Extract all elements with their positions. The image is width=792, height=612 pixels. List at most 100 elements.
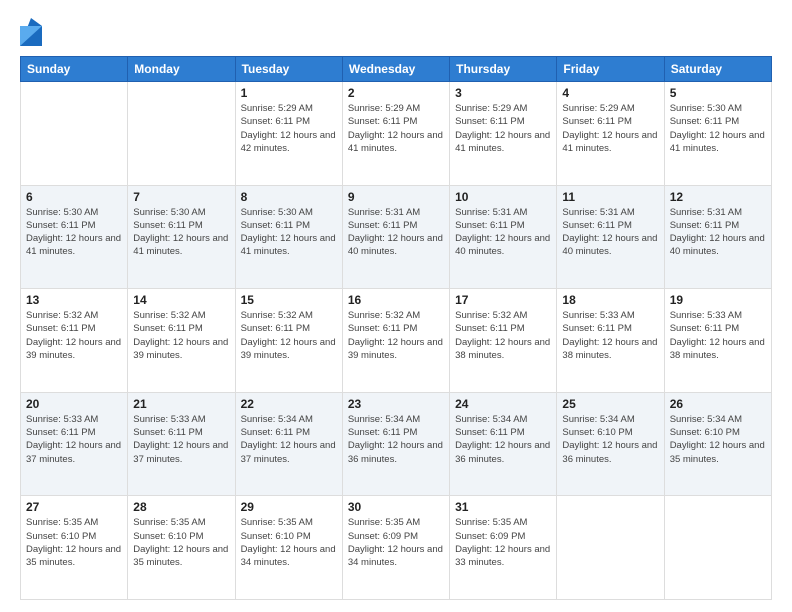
day-number: 7 [133,190,229,204]
day-info: Sunrise: 5:31 AM Sunset: 6:11 PM Dayligh… [455,206,551,259]
day-number: 28 [133,500,229,514]
day-number: 9 [348,190,444,204]
day-number: 1 [241,86,337,100]
calendar-cell: 26 Sunrise: 5:34 AM Sunset: 6:10 PM Dayli… [664,392,771,496]
calendar-cell: 4 Sunrise: 5:29 AM Sunset: 6:11 PM Daylig… [557,82,664,186]
day-number: 26 [670,397,766,411]
calendar-cell: 14 Sunrise: 5:32 AM Sunset: 6:11 PM Dayli… [128,289,235,393]
day-info: Sunrise: 5:29 AM Sunset: 6:11 PM Dayligh… [562,102,658,155]
day-info: Sunrise: 5:30 AM Sunset: 6:11 PM Dayligh… [241,206,337,259]
weekday-header: Wednesday [342,57,449,82]
day-info: Sunrise: 5:32 AM Sunset: 6:11 PM Dayligh… [133,309,229,362]
day-info: Sunrise: 5:32 AM Sunset: 6:11 PM Dayligh… [241,309,337,362]
day-info: Sunrise: 5:33 AM Sunset: 6:11 PM Dayligh… [670,309,766,362]
weekday-header: Friday [557,57,664,82]
day-info: Sunrise: 5:30 AM Sunset: 6:11 PM Dayligh… [133,206,229,259]
day-info: Sunrise: 5:32 AM Sunset: 6:11 PM Dayligh… [348,309,444,362]
calendar-week-row: 27 Sunrise: 5:35 AM Sunset: 6:10 PM Dayli… [21,496,772,600]
day-number: 22 [241,397,337,411]
calendar-cell: 17Sunrise: 5:32 AM Sunset: 6:11 PM Dayli… [450,289,557,393]
day-number: 18 [562,293,658,307]
day-info: Sunrise: 5:34 AM Sunset: 6:10 PM Dayligh… [562,413,658,466]
day-info: Sunrise: 5:32 AM Sunset: 6:11 PM Dayligh… [26,309,122,362]
page: SundayMondayTuesdayWednesdayThursdayFrid… [0,0,792,612]
day-info: Sunrise: 5:35 AM Sunset: 6:10 PM Dayligh… [26,516,122,569]
day-info: Sunrise: 5:29 AM Sunset: 6:11 PM Dayligh… [241,102,337,155]
day-number: 19 [670,293,766,307]
day-number: 6 [26,190,122,204]
calendar-cell [557,496,664,600]
calendar-cell: 9 Sunrise: 5:31 AM Sunset: 6:11 PM Daylig… [342,185,449,289]
day-info: Sunrise: 5:34 AM Sunset: 6:11 PM Dayligh… [348,413,444,466]
calendar-cell [664,496,771,600]
calendar-cell: 11 Sunrise: 5:31 AM Sunset: 6:11 PM Dayli… [557,185,664,289]
day-number: 2 [348,86,444,100]
day-number: 14 [133,293,229,307]
day-number: 24 [455,397,551,411]
day-info: Sunrise: 5:35 AM Sunset: 6:10 PM Dayligh… [133,516,229,569]
calendar-cell: 7 Sunrise: 5:30 AM Sunset: 6:11 PM Daylig… [128,185,235,289]
calendar-cell: 1 Sunrise: 5:29 AM Sunset: 6:11 PM Daylig… [235,82,342,186]
calendar-cell [21,82,128,186]
calendar-cell: 8Sunrise: 5:30 AM Sunset: 6:11 PM Daylig… [235,185,342,289]
day-number: 16 [348,293,444,307]
day-number: 31 [455,500,551,514]
calendar-table: SundayMondayTuesdayWednesdayThursdayFrid… [20,56,772,600]
day-info: Sunrise: 5:35 AM Sunset: 6:10 PM Dayligh… [241,516,337,569]
weekday-header: Tuesday [235,57,342,82]
day-info: Sunrise: 5:35 AM Sunset: 6:09 PM Dayligh… [455,516,551,569]
calendar-cell: 18Sunrise: 5:33 AM Sunset: 6:11 PM Dayli… [557,289,664,393]
calendar-cell: 19 Sunrise: 5:33 AM Sunset: 6:11 PM Dayli… [664,289,771,393]
calendar-cell: 13 Sunrise: 5:32 AM Sunset: 6:11 PM Dayli… [21,289,128,393]
calendar-header-row: SundayMondayTuesdayWednesdayThursdayFrid… [21,57,772,82]
day-info: Sunrise: 5:30 AM Sunset: 6:11 PM Dayligh… [26,206,122,259]
day-number: 11 [562,190,658,204]
day-number: 5 [670,86,766,100]
calendar-cell: 3 Sunrise: 5:29 AM Sunset: 6:11 PM Daylig… [450,82,557,186]
day-number: 20 [26,397,122,411]
day-info: Sunrise: 5:29 AM Sunset: 6:11 PM Dayligh… [348,102,444,155]
day-number: 3 [455,86,551,100]
day-number: 30 [348,500,444,514]
day-number: 4 [562,86,658,100]
day-info: Sunrise: 5:35 AM Sunset: 6:09 PM Dayligh… [348,516,444,569]
day-info: Sunrise: 5:33 AM Sunset: 6:11 PM Dayligh… [133,413,229,466]
calendar-cell: 22 Sunrise: 5:34 AM Sunset: 6:11 PM Dayli… [235,392,342,496]
calendar-cell: 21Sunrise: 5:33 AM Sunset: 6:11 PM Dayli… [128,392,235,496]
weekday-header: Saturday [664,57,771,82]
day-info: Sunrise: 5:33 AM Sunset: 6:11 PM Dayligh… [26,413,122,466]
day-info: Sunrise: 5:30 AM Sunset: 6:11 PM Dayligh… [670,102,766,155]
weekday-header: Thursday [450,57,557,82]
day-info: Sunrise: 5:34 AM Sunset: 6:11 PM Dayligh… [241,413,337,466]
day-number: 15 [241,293,337,307]
day-number: 29 [241,500,337,514]
calendar-cell: 30 Sunrise: 5:35 AM Sunset: 6:09 PM Dayli… [342,496,449,600]
calendar-week-row: 13 Sunrise: 5:32 AM Sunset: 6:11 PM Dayli… [21,289,772,393]
calendar-cell: 25 Sunrise: 5:34 AM Sunset: 6:10 PM Dayli… [557,392,664,496]
day-number: 10 [455,190,551,204]
day-number: 25 [562,397,658,411]
calendar-week-row: 6 Sunrise: 5:30 AM Sunset: 6:11 PM Daylig… [21,185,772,289]
calendar-cell: 12Sunrise: 5:31 AM Sunset: 6:11 PM Dayli… [664,185,771,289]
day-info: Sunrise: 5:29 AM Sunset: 6:11 PM Dayligh… [455,102,551,155]
day-info: Sunrise: 5:34 AM Sunset: 6:11 PM Dayligh… [455,413,551,466]
calendar-cell: 20 Sunrise: 5:33 AM Sunset: 6:11 PM Dayli… [21,392,128,496]
calendar-cell: 16 Sunrise: 5:32 AM Sunset: 6:11 PM Dayli… [342,289,449,393]
day-info: Sunrise: 5:31 AM Sunset: 6:11 PM Dayligh… [562,206,658,259]
calendar-cell: 10 Sunrise: 5:31 AM Sunset: 6:11 PM Dayli… [450,185,557,289]
calendar-cell: 24 Sunrise: 5:34 AM Sunset: 6:11 PM Dayli… [450,392,557,496]
day-info: Sunrise: 5:31 AM Sunset: 6:11 PM Dayligh… [348,206,444,259]
calendar-cell: 15 Sunrise: 5:32 AM Sunset: 6:11 PM Dayli… [235,289,342,393]
calendar-cell: 2 Sunrise: 5:29 AM Sunset: 6:11 PM Daylig… [342,82,449,186]
calendar-week-row: 1 Sunrise: 5:29 AM Sunset: 6:11 PM Daylig… [21,82,772,186]
calendar-cell: 23Sunrise: 5:34 AM Sunset: 6:11 PM Dayli… [342,392,449,496]
logo-icon [20,18,42,46]
weekday-header: Monday [128,57,235,82]
day-info: Sunrise: 5:31 AM Sunset: 6:11 PM Dayligh… [670,206,766,259]
day-number: 27 [26,500,122,514]
day-number: 13 [26,293,122,307]
day-info: Sunrise: 5:34 AM Sunset: 6:10 PM Dayligh… [670,413,766,466]
calendar-cell: 27 Sunrise: 5:35 AM Sunset: 6:10 PM Dayli… [21,496,128,600]
calendar-cell: 5 Sunrise: 5:30 AM Sunset: 6:11 PM Daylig… [664,82,771,186]
calendar-cell: 6 Sunrise: 5:30 AM Sunset: 6:11 PM Daylig… [21,185,128,289]
